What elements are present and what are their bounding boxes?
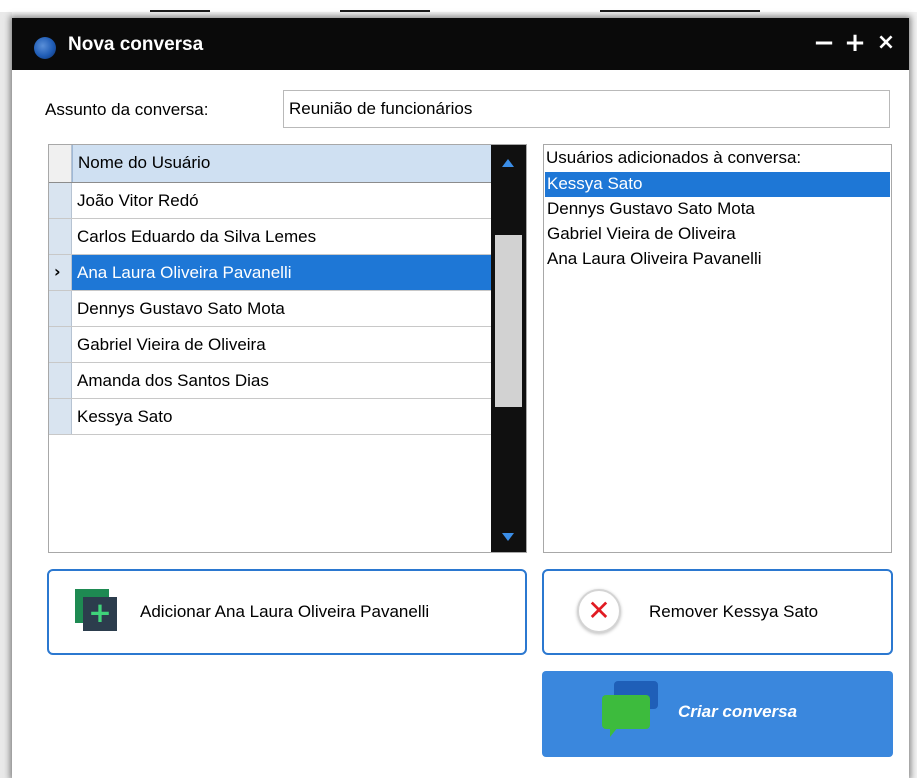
scroll-up-arrow-icon[interactable] — [502, 159, 514, 167]
subject-label: Assunto da conversa: — [45, 100, 209, 119]
scrollbar-thumb[interactable] — [495, 235, 522, 407]
row-header[interactable] — [49, 291, 72, 326]
chat-bubble-front — [602, 695, 650, 729]
table-row-selected[interactable]: › Ana Laura Oliveira Pavanelli — [49, 255, 491, 291]
title-bar[interactable]: Nova conversa − + × — [12, 18, 909, 70]
remove-user-button-label: Remover Kessya Sato — [649, 602, 819, 621]
row-header[interactable] — [49, 363, 72, 398]
user-grid-header: Nome do Usuário — [49, 145, 491, 183]
user-name-cell[interactable]: Kessya Sato — [72, 399, 491, 434]
add-user-button-label: Adicionar Ana Laura Oliveira Pavanelli — [140, 602, 430, 621]
added-users-list[interactable]: Usuários adicionados à conversa: Kessya … — [543, 144, 892, 553]
added-user-item[interactable]: Ana Laura Oliveira Pavanelli — [545, 247, 890, 272]
table-row[interactable]: Carlos Eduardo da Silva Lemes — [49, 219, 491, 255]
table-row[interactable]: Gabriel Vieira de Oliveira — [49, 327, 491, 363]
remove-x-icon: ✕ — [577, 589, 621, 633]
row-header-corner — [49, 145, 72, 182]
user-grid-scrollbar[interactable] — [491, 145, 526, 552]
add-icon-plus: + — [83, 597, 117, 631]
remove-user-button[interactable]: ✕ Remover Kessya Sato — [542, 569, 893, 655]
added-users-header: Usuários adicionados à conversa: — [546, 148, 802, 167]
user-name-cell[interactable]: Dennys Gustavo Sato Mota — [72, 291, 491, 326]
close-button[interactable]: × — [872, 28, 900, 58]
table-row[interactable]: João Vitor Redó — [49, 183, 491, 219]
background-window-edge — [0, 12, 12, 778]
scroll-down-arrow-icon[interactable] — [502, 533, 514, 541]
minimize-button[interactable]: − — [810, 28, 838, 58]
create-conversation-label: Criar conversa — [678, 702, 798, 721]
added-user-item[interactable]: Gabriel Vieira de Oliveira — [545, 222, 890, 247]
add-user-icon: + — [75, 589, 119, 633]
subject-input[interactable]: Reunião de funcionários — [283, 90, 890, 128]
table-row[interactable]: Dennys Gustavo Sato Mota — [49, 291, 491, 327]
window-title: Nova conversa — [68, 34, 204, 55]
row-header[interactable]: › — [49, 255, 72, 290]
background-artifact — [340, 10, 430, 12]
added-user-item[interactable]: Dennys Gustavo Sato Mota — [545, 197, 890, 222]
row-header[interactable] — [49, 327, 72, 362]
app-logo-icon — [34, 37, 56, 59]
table-row[interactable]: Amanda dos Santos Dias — [49, 363, 491, 399]
chat-bubble-tail — [610, 727, 618, 737]
maximize-button[interactable]: + — [841, 28, 869, 58]
create-conversation-button[interactable]: Criar conversa — [542, 671, 893, 757]
background-window-strip — [0, 0, 917, 12]
table-row[interactable]: Kessya Sato — [49, 399, 491, 435]
nova-conversa-dialog: Nova conversa − + × Assunto da conversa:… — [12, 18, 909, 778]
added-user-item-selected[interactable]: Kessya Sato — [545, 172, 890, 197]
user-name-cell[interactable]: Gabriel Vieira de Oliveira — [72, 327, 491, 362]
row-header[interactable] — [49, 183, 72, 218]
user-name-cell[interactable]: Carlos Eduardo da Silva Lemes — [72, 219, 491, 254]
user-name-cell[interactable]: João Vitor Redó — [72, 183, 491, 218]
background-artifact — [600, 10, 760, 12]
chat-bubbles-icon — [602, 681, 664, 743]
row-header[interactable] — [49, 219, 72, 254]
current-row-indicator-icon: › — [54, 262, 61, 281]
add-user-button[interactable]: + Adicionar Ana Laura Oliveira Pavanelli — [47, 569, 527, 655]
row-header[interactable] — [49, 399, 72, 434]
user-name-cell[interactable]: Ana Laura Oliveira Pavanelli — [72, 255, 491, 290]
background-artifact — [150, 10, 210, 12]
user-grid[interactable]: Nome do Usuário João Vitor Redó Carlos E… — [48, 144, 527, 553]
user-name-cell[interactable]: Amanda dos Santos Dias — [72, 363, 491, 398]
column-header-nome-usuario[interactable]: Nome do Usuário — [72, 145, 491, 182]
